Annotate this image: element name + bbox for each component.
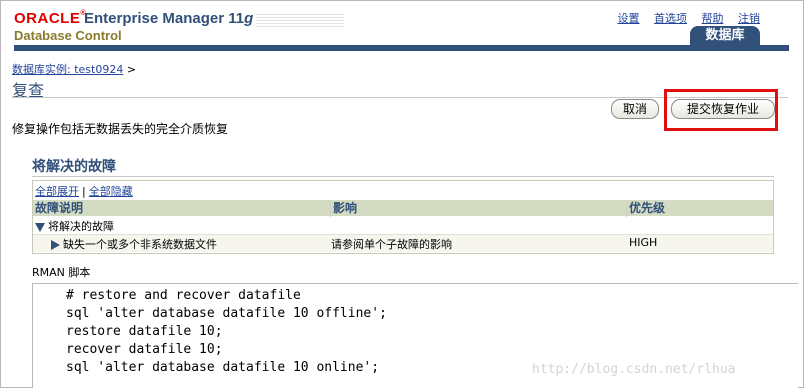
collapse-triangle-icon[interactable]: [35, 222, 45, 232]
section-title: 将解决的故障: [32, 159, 116, 175]
table-row: 将解决的故障: [33, 217, 773, 234]
column-header-priority[interactable]: 优先级: [629, 200, 665, 216]
product-name: Enterprise Manager 11g: [84, 10, 254, 27]
oracle-logo: ORACLE®: [14, 10, 87, 27]
preferences-link[interactable]: 首选项: [654, 12, 687, 25]
script-line: restore datafile 10;: [66, 324, 223, 339]
logout-link[interactable]: 注销: [738, 12, 760, 25]
setup-link[interactable]: 设置: [618, 12, 640, 25]
tab-bar: [14, 45, 789, 51]
repair-description: 修复操作包括无数据丢失的完全介质恢复: [12, 122, 229, 136]
expand-triangle-icon[interactable]: [51, 240, 60, 250]
breadcrumb-instance-link[interactable]: 数据库实例: test0924: [12, 63, 123, 76]
expand-controls: 全部展开 | 全部隐藏: [35, 183, 133, 199]
section-divider: [32, 176, 774, 177]
script-line: sql 'alter database datafile 10 offline'…: [66, 306, 387, 321]
collapse-all-link[interactable]: 全部隐藏: [89, 185, 133, 198]
product-subtitle: Database Control: [14, 28, 122, 43]
expand-all-link[interactable]: 全部展开: [35, 185, 79, 198]
cancel-button[interactable]: 取消: [611, 99, 659, 119]
global-links: 设置 首选项 帮助 注销: [607, 10, 761, 26]
row-description-text: 将解决的故障: [48, 220, 114, 233]
tab-database[interactable]: 数据库: [690, 26, 760, 46]
row-description-text: 缺失一个或多个非系统数据文件: [63, 238, 217, 251]
rman-script-label: RMAN 脚本: [32, 266, 91, 279]
table-header-row: 故障说明 影响 优先级: [33, 200, 773, 216]
row-priority-cell: HIGH: [629, 236, 658, 249]
row-description-cell: 将解决的故障: [35, 218, 114, 234]
row-impact-cell: 请参阅单个子故障的影响: [331, 238, 452, 251]
highlight-box: [664, 89, 778, 131]
breadcrumb-separator: >: [126, 63, 137, 76]
script-line: # restore and recover datafile: [66, 288, 301, 303]
script-line: recover datafile 10;: [66, 342, 223, 357]
row-description-cell: 缺失一个或多个非系统数据文件: [51, 236, 217, 252]
column-header-description[interactable]: 故障说明: [35, 200, 83, 216]
table-row: 缺失一个或多个非系统数据文件 请参阅单个子故障的影响 HIGH: [33, 235, 773, 252]
brand-stripes: [256, 14, 344, 28]
watermark: http://blog.csdn.net/rlhua: [532, 362, 736, 377]
breadcrumb: 数据库实例: test0924 >: [12, 61, 136, 77]
help-link[interactable]: 帮助: [702, 12, 724, 25]
expand-separator: |: [82, 185, 86, 198]
column-header-impact[interactable]: 影响: [333, 200, 357, 216]
script-line: sql 'alter database datafile 10 online';: [66, 360, 380, 375]
